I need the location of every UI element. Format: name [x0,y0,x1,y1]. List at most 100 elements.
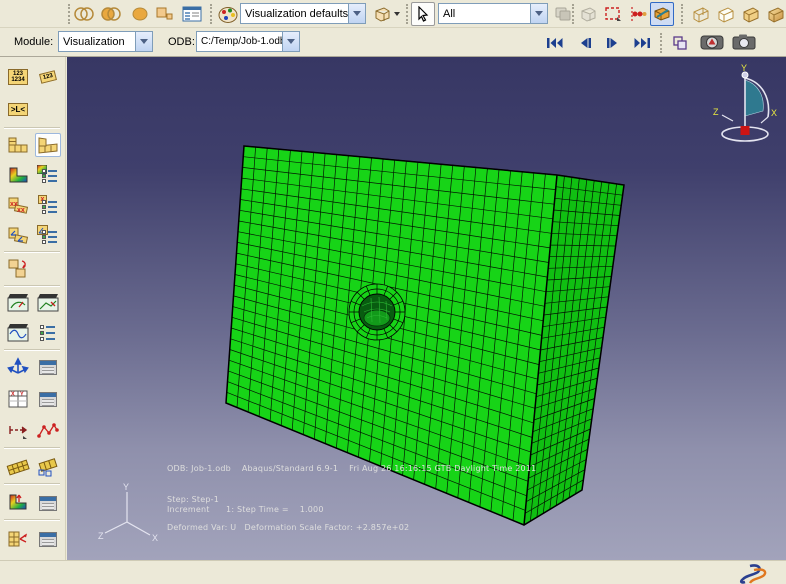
toolbox-separator [4,349,60,351]
plot-orientations-button[interactable] [5,223,31,247]
animate-time-history-button[interactable] [35,291,61,315]
viewport-canvas[interactable]: Y Z X Y X Z ODB: Job-1.odb Abaqus/Standa… [67,57,786,560]
views-cube-button[interactable] [370,2,402,26]
create-xy-data-button[interactable] [5,355,31,379]
render-shaded-button[interactable] [763,2,786,26]
xy-plot-points-button[interactable] [35,419,61,443]
state-block-deformed: Deformed Var: U Deformation Scale Factor… [167,523,409,532]
create-path-mesh-button[interactable] [5,455,31,479]
plot-symbols-button[interactable]: xxxx [5,193,31,217]
path-mesh-overlay-button[interactable] [35,455,61,479]
overlay-plot-button[interactable] [668,31,692,55]
context-bar: Module: Visualization ODB: C:/Temp/Job-1… [0,28,786,57]
first-frame-button[interactable] [543,31,567,55]
odb-label: ODB: [168,36,195,48]
odb-value: C:/Temp/Job-1.odb [197,36,282,47]
toolbox-separator [4,251,60,253]
toolbox-separator [4,483,60,485]
path-button[interactable] [5,419,31,443]
toolbar-grip[interactable] [68,4,71,24]
render-wireframe-button[interactable] [688,2,712,26]
plot-undeformed-button[interactable] [5,133,31,157]
free-body-cut-button[interactable] [5,527,31,551]
brackets-L-button[interactable]: >L< [5,97,31,121]
still-camera-button[interactable] [730,30,758,54]
xy-data-manager-button[interactable] [35,355,61,379]
toolbar-grip[interactable] [681,4,684,24]
triad-x-label: X [152,533,158,543]
orientation-options-button[interactable] [35,223,61,247]
display-group-circles-button[interactable] [72,2,96,26]
chevron-down-icon[interactable] [282,32,299,51]
toolbar-grip[interactable] [210,4,213,24]
toolbar-grip[interactable] [572,4,575,24]
plot-123-tilted-glyph: 123 [42,73,53,81]
xy-report-manager-button[interactable] [35,387,61,411]
display-group-boxes-button[interactable] [152,2,176,26]
compass-z-label: Z [713,107,719,117]
chevron-down-icon[interactable] [530,4,547,23]
viewcut-dots-button[interactable] [626,2,650,26]
free-body-manager-button[interactable] [35,527,61,551]
last-frame-button[interactable] [630,31,654,55]
display-group-filled-button[interactable] [99,2,123,26]
toolbox-separator [4,519,60,521]
chevron-down-icon[interactable] [135,32,152,51]
toolbar-grip[interactable] [660,33,663,53]
abaqus-cae-window: Visualization defaults All [0,0,786,584]
origin-triad: Y X Z [97,482,159,548]
legend-button[interactable] [180,2,204,26]
svg-text:Y: Y [20,392,24,398]
animate-harmonic-button[interactable] [5,321,31,345]
toolbox-separator [4,447,60,449]
main-toolbar: Visualization defaults All [0,0,786,28]
plot-contours-button[interactable] [5,163,31,187]
previous-frame-button[interactable] [572,31,596,55]
viewcut-section-button[interactable] [601,2,625,26]
chevron-down-icon[interactable] [348,4,365,23]
dassault-3ds-logo [730,562,772,584]
render-flat-button[interactable] [738,2,762,26]
triad-z-label: Z [98,531,104,541]
state-block-increment: Increment 1: Step Time = 1.000 [167,505,324,514]
visualization-toolbox: 123 1234 123 >L< xx [0,57,66,560]
plot-123-tilted-button[interactable]: 123 [35,65,61,89]
toolbox-separator [4,285,60,287]
symbol-options-button[interactable]: x [35,193,61,217]
meshed-part-plot[interactable] [67,57,786,560]
color-code-palette-button[interactable] [216,2,240,26]
state-block-step: Step: Step-1 [167,495,219,504]
xy-table-button[interactable]: XY [5,387,31,411]
compass-y-label: Y [741,63,747,73]
compass-x-label: X [771,108,777,118]
toolbar-grip[interactable] [406,4,409,24]
plot-deformed-button[interactable] [35,133,61,157]
module-combobox[interactable]: Visualization [58,31,153,52]
render-hiddenline-button[interactable] [713,2,737,26]
viewcut-active-button[interactable] [650,2,674,26]
contour-options-button[interactable] [35,163,61,187]
plot-123-button[interactable]: 123 1234 [5,65,31,89]
brackets-glyph: >L< [8,103,28,116]
viewcut-cube-button-disabled[interactable] [576,2,600,26]
color-mode-combobox[interactable]: Visualization defaults [240,3,366,24]
svg-text:X: X [11,392,15,398]
svg-text:xx: xx [17,207,25,214]
animate-scale-factor-button[interactable] [5,291,31,315]
triad-y-label: Y [123,482,129,492]
view-cut-manager-button[interactable] [35,491,61,515]
odb-combobox[interactable]: C:/Temp/Job-1.odb [196,31,300,52]
animation-options-button[interactable] [35,321,61,345]
color-mode-value: Visualization defaults [241,8,348,20]
module-label: Module: [14,36,53,48]
cursor-select-button[interactable] [411,2,435,26]
display-group-ellipse-button[interactable] [128,2,152,26]
multiple-plot-states-button[interactable] [5,257,31,281]
movie-camera-button[interactable] [698,30,726,54]
status-strip [0,560,786,584]
play-next-frame-button[interactable] [601,31,625,55]
view-compass[interactable]: Y Z X [705,63,785,151]
module-value: Visualization [59,36,135,48]
view-cut-contour-button[interactable] [5,491,31,515]
selection-filter-combobox[interactable]: All [438,3,548,24]
